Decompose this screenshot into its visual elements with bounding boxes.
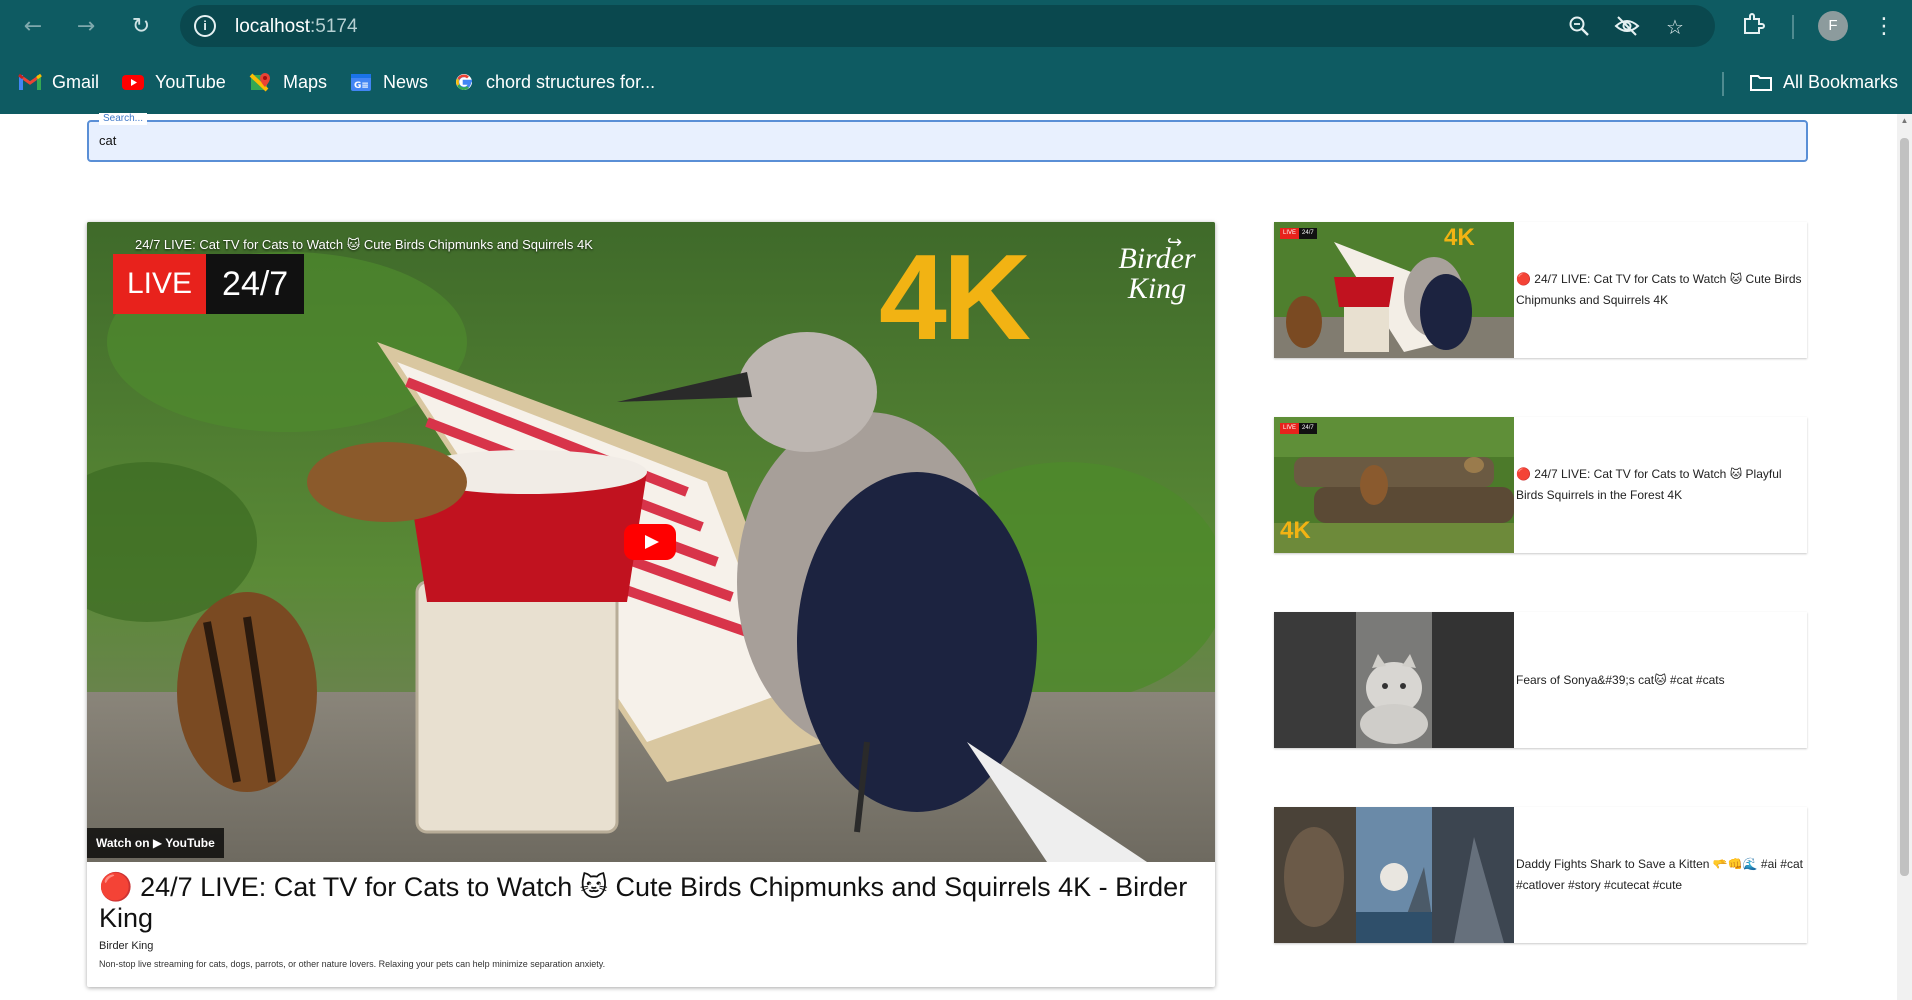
thumbnail-image xyxy=(1274,612,1514,748)
url-host: localhost xyxy=(235,16,310,37)
bookmark-news[interactable]: G≡ News xyxy=(349,68,428,96)
folder-icon xyxy=(1749,72,1773,92)
zoom-icon[interactable] xyxy=(1566,14,1592,40)
video-player[interactable]: 4K Birder King LIVE 24/7 24/7 LIVE: Cat … xyxy=(87,222,1215,862)
result-card[interactable]: LIVE 24/7 4K 🔴 24/7 LIVE: Cat TV for Cat… xyxy=(1274,417,1807,553)
thumbnail-image xyxy=(1274,222,1514,358)
back-icon[interactable]: ← xyxy=(16,10,50,44)
bookmark-star-icon[interactable]: ☆ xyxy=(1662,14,1688,40)
eye-hidden-icon[interactable] xyxy=(1614,14,1640,40)
4k-badge: 4K xyxy=(1444,224,1475,251)
google-icon xyxy=(452,72,476,92)
bookmark-chord-structures[interactable]: chord structures for... xyxy=(452,68,655,96)
extensions-icon[interactable] xyxy=(1739,12,1767,40)
bookmark-maps[interactable]: Maps xyxy=(249,68,327,96)
all-bookmarks-label: All Bookmarks xyxy=(1783,71,1899,92)
bookmark-label: chord structures for... xyxy=(486,71,656,92)
url-port: :5174 xyxy=(310,16,358,37)
4k-badge: 4K xyxy=(1280,517,1311,544)
live-label: LIVE xyxy=(1280,228,1300,239)
svg-text:G≡: G≡ xyxy=(354,81,369,91)
live-label: LIVE xyxy=(1280,423,1300,434)
page-content: Search... cat 4K Birder King LIVE 24/7 2… xyxy=(0,113,1912,1000)
result-thumbnail[interactable]: LIVE 24/7 4K xyxy=(1274,417,1514,553)
page-scrollbar[interactable]: ▲ xyxy=(1897,114,1912,1000)
main-video-channel: Birder King xyxy=(99,940,154,952)
browser-chrome: ← → ↻ i localhost:5174 ☆ F ⋮ Gmail YouTu… xyxy=(0,0,1912,114)
forward-icon[interactable]: → xyxy=(69,10,103,44)
menu-icon[interactable]: ⋮ xyxy=(1872,10,1896,44)
bookmark-label: Maps xyxy=(283,71,328,92)
search-field[interactable]: Search... xyxy=(87,113,1808,162)
result-thumbnail[interactable] xyxy=(1274,807,1514,943)
browser-toolbar: ← → ↻ i localhost:5174 ☆ F ⋮ xyxy=(0,0,1912,53)
maps-icon xyxy=(249,72,273,92)
scroll-up-icon[interactable]: ▲ xyxy=(1897,114,1912,128)
gmail-icon xyxy=(18,72,42,92)
bookmark-gmail[interactable]: Gmail xyxy=(18,68,99,96)
live-badge: LIVE 24/7 xyxy=(1280,423,1317,434)
result-thumbnail[interactable] xyxy=(1274,612,1514,748)
bookmark-label: News xyxy=(383,71,429,92)
main-video-title: 🔴 24/7 LIVE: Cat TV for Cats to Watch 🐱 … xyxy=(99,872,1188,933)
result-card[interactable]: Daddy Fights Shark to Save a Kitten 🫳👊🌊 … xyxy=(1274,807,1807,943)
all-bookmarks-button[interactable]: All Bookmarks xyxy=(1749,68,1898,96)
main-video-description: Non-stop live streaming for cats, dogs, … xyxy=(99,959,606,969)
result-card[interactable]: Fears of Sonya&#39;s cat🐱 #cat #cats xyxy=(1274,612,1807,748)
thumbnail-image xyxy=(1274,807,1514,943)
site-info-icon[interactable]: i xyxy=(194,15,216,37)
result-card[interactable]: LIVE 24/7 4K 🔴 24/7 LIVE: Cat TV for Cat… xyxy=(1274,222,1807,358)
result-title[interactable]: 🔴 24/7 LIVE: Cat TV for Cats to Watch 🐱 … xyxy=(1514,417,1807,553)
youtube-icon xyxy=(121,72,145,92)
result-thumbnail[interactable]: LIVE 24/7 4K xyxy=(1274,222,1514,358)
search-input[interactable] xyxy=(99,133,1789,148)
4k-badge: 4K xyxy=(879,229,1031,365)
address-url[interactable]: localhost:5174 xyxy=(235,16,358,38)
bookmarks-divider xyxy=(1722,72,1724,96)
watch-on-youtube-button[interactable]: Watch on ▶ YouTube xyxy=(87,828,224,858)
result-title[interactable]: Fears of Sonya&#39;s cat🐱 #cat #cats xyxy=(1514,612,1807,748)
live-badge: LIVE 24/7 xyxy=(1280,228,1317,239)
bookmarks-bar: Gmail YouTube Maps G≡ News chord structu… xyxy=(0,62,1912,102)
reload-icon[interactable]: ↻ xyxy=(124,10,158,44)
bookmark-label: YouTube xyxy=(155,71,226,92)
profile-avatar[interactable]: F xyxy=(1818,11,1848,41)
main-video-card: 4K Birder King LIVE 24/7 24/7 LIVE: Cat … xyxy=(87,222,1215,987)
address-bar[interactable]: i localhost:5174 ☆ xyxy=(180,5,1715,47)
live-hours: 24/7 xyxy=(1299,228,1317,239)
scrollbar-thumb[interactable] xyxy=(1900,138,1909,876)
birder-king-watermark: Birder King xyxy=(1118,242,1196,305)
news-icon: G≡ xyxy=(349,72,373,92)
live-label: LIVE xyxy=(113,254,207,314)
live-badge: LIVE 24/7 xyxy=(113,254,305,314)
result-title[interactable]: Daddy Fights Shark to Save a Kitten 🫳👊🌊 … xyxy=(1514,807,1807,943)
toolbar-divider xyxy=(1792,15,1794,39)
player-title[interactable]: 24/7 LIVE: Cat TV for Cats to Watch 🐱 Cu… xyxy=(135,237,593,253)
bookmark-label: Gmail xyxy=(52,71,100,92)
search-label: Search... xyxy=(99,113,148,125)
play-icon[interactable] xyxy=(624,524,676,560)
main-video-info: 🔴 24/7 LIVE: Cat TV for Cats to Watch 🐱 … xyxy=(87,862,1215,987)
share-icon[interactable]: ↪ xyxy=(1167,232,1182,253)
bookmark-youtube[interactable]: YouTube xyxy=(121,68,226,96)
result-title[interactable]: 🔴 24/7 LIVE: Cat TV for Cats to Watch 🐱 … xyxy=(1514,222,1807,358)
live-hours: 24/7 xyxy=(1299,423,1317,434)
live-hours: 24/7 xyxy=(206,254,305,314)
